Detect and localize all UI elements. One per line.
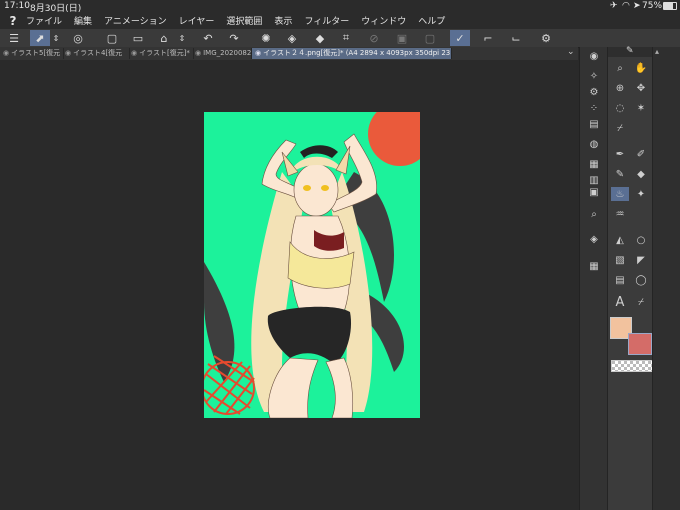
stroke-icon[interactable]: ▣ [392, 30, 412, 46]
brush-icon[interactable]: ⌐ [478, 30, 498, 46]
navigator-icon[interactable]: ◉ [585, 49, 603, 63]
shape-icon[interactable]: ○ [632, 233, 650, 247]
wifi-icon: ◠ [622, 1, 630, 11]
hand-icon[interactable]: ✋ [632, 61, 650, 75]
tab-document[interactable]: ◉ イラスト5[復元 [0, 48, 64, 59]
ruler-icon[interactable]: ◤ [632, 253, 650, 267]
menu-filter[interactable]: フィルター [304, 14, 349, 27]
pencil-icon[interactable]: ✎ [611, 167, 629, 181]
save-icon[interactable]: ⌂ [154, 30, 174, 46]
pen-tool-icon[interactable]: ✎ [626, 46, 634, 56]
marker-icon[interactable]: ✐ [632, 147, 650, 161]
app-logo-icon[interactable]: ? [0, 14, 26, 28]
new-canvas-icon[interactable]: ▢ [102, 30, 122, 46]
chevron-updown-icon[interactable]: ⇕ [50, 30, 62, 46]
frame-icon[interactable]: ▤ [611, 273, 629, 287]
tab-document-active[interactable]: ◉ イラスト２４.png[復元]* (A4 2894 x 4093px 350dp… [252, 48, 452, 59]
layer-icon[interactable]: ▢ [420, 30, 440, 46]
transform-icon[interactable]: ⬈ [30, 30, 50, 46]
eraser-icon[interactable]: ◆ [632, 167, 650, 181]
loading-icon[interactable]: ✺ [256, 30, 276, 46]
palette-bar: ◉ ✧ ⚙ ⁘ ▤ ◍ ▦ ▥ ▣ ⌕ ◈ ▦ [579, 47, 608, 510]
brush-size-icon[interactable]: ▤ [585, 117, 603, 131]
undo-icon[interactable]: ↶ [198, 30, 218, 46]
fill-icon[interactable]: ◆ [310, 30, 330, 46]
menu-file[interactable]: ファイル [26, 14, 62, 27]
pen-icon[interactable]: ✒ [611, 147, 629, 161]
sparkle-icon[interactable]: ✦ [632, 187, 650, 201]
crop-icon[interactable]: ⌗ [336, 30, 356, 46]
battery-percent: 75% [642, 1, 663, 11]
layers-icon[interactable]: ◈ [585, 232, 603, 246]
zoom-icon[interactable]: ⌕ [611, 61, 629, 75]
tool-panel: ✎ ⌕ ✋ ⊕ ✥ ◌ ✶ ⌿ ✒ ✐ ✎ ◆ ♨ ✦ ♒ ◭ ○ ▧ ◤ ▤ … [607, 46, 653, 510]
airplane-icon: ✈ [610, 1, 618, 11]
tab-document[interactable]: ◉ IMG_2020082 [192, 48, 252, 59]
panel-collapse-icon[interactable]: ▴ [655, 47, 659, 56]
menu-animation[interactable]: アニメーション [104, 14, 167, 27]
command-bar: ☰ ⬈ ⇕ ◎ ▢ ▭ ⌂ ⇕ ↶ ↷ ✺ ◈ ◆ ⌗ ⊘ ▣ ▢ ✓ ⌐ ⌙ … [0, 29, 680, 48]
open-icon[interactable]: ▭ [128, 30, 148, 46]
sub-tool-panel: ▴ [652, 47, 680, 510]
menu-edit[interactable]: 編集 [74, 14, 92, 27]
battery-icon [663, 2, 677, 10]
text-icon[interactable]: A [611, 295, 629, 310]
property-icon[interactable]: ⚙ [585, 85, 603, 99]
color-set-icon[interactable]: ▦ [585, 157, 603, 171]
transparent-color-swatch[interactable] [611, 360, 653, 372]
location-icon: ➤ [633, 1, 641, 11]
quick-access-icon[interactable]: ◎ [68, 30, 88, 46]
menu-view[interactable]: 表示 [274, 14, 292, 27]
move-icon[interactable]: ✥ [632, 81, 650, 95]
tab-document[interactable]: ◉ イラスト4[復元 [62, 48, 130, 59]
menu-window[interactable]: ウィンドウ [361, 14, 406, 27]
sub-color-swatch[interactable] [628, 333, 652, 355]
timeline-icon[interactable]: ▦ [585, 259, 603, 273]
correction-icon[interactable]: ⌿ [632, 295, 650, 309]
brush-size-icon[interactable]: ⁘ [585, 101, 603, 115]
status-bar: 17:10 8月30日(日) ✈ ◠ ➤ 75% [0, 0, 680, 14]
chevron-updown-icon[interactable]: ⇕ [176, 30, 188, 46]
canvas-artwork[interactable] [204, 112, 420, 418]
tab-document[interactable]: ◉ イラスト[復元]* [128, 48, 194, 59]
gradient-icon[interactable]: ▧ [611, 253, 629, 267]
menu-bar: 17:10 8月30日(日) ✈ ◠ ➤ 75% ? ファイル 編集 アニメーシ… [0, 0, 680, 29]
color-wheel-icon[interactable]: ◍ [585, 137, 603, 151]
fill-icon[interactable]: ◈ [282, 30, 302, 46]
eyedropper-icon[interactable]: ⌿ [611, 121, 629, 135]
stroke-icon[interactable]: ⊘ [364, 30, 384, 46]
wand-icon[interactable]: ✶ [632, 101, 650, 115]
sub-tool-icon[interactable]: ✧ [585, 69, 603, 83]
document-tabs: ◉ イラスト5[復元 ◉ イラスト4[復元 ◉ イラスト[復元]* ◉ IMG_2020… [0, 47, 578, 60]
balloon-icon[interactable]: ◯ [632, 273, 650, 287]
lasso-icon[interactable]: ◌ [611, 101, 629, 115]
ink-icon[interactable]: ♒ [611, 207, 629, 221]
status-time: 17:10 [4, 1, 30, 11]
redo-icon[interactable]: ↷ [224, 30, 244, 46]
fill-bucket-icon[interactable]: ◭ [611, 233, 629, 247]
hamburger-icon[interactable]: ☰ [4, 30, 24, 46]
pencil-icon[interactable]: ⌙ [506, 30, 526, 46]
menu-selection[interactable]: 選択範囲 [226, 14, 262, 27]
settings-icon[interactable]: ⚙ [536, 30, 556, 46]
layer-property-icon[interactable]: ▣ [585, 185, 603, 199]
menu-help[interactable]: ヘルプ [418, 14, 445, 27]
layer-search-icon[interactable]: ⌕ [585, 207, 603, 221]
move-icon[interactable]: ⊕ [611, 81, 629, 95]
pen-icon[interactable]: ✓ [450, 30, 470, 46]
chevron-down-icon[interactable]: ⌄ [567, 47, 575, 57]
fill-icon[interactable]: ♨ [611, 187, 629, 201]
menu-layer[interactable]: レイヤー [179, 14, 215, 27]
